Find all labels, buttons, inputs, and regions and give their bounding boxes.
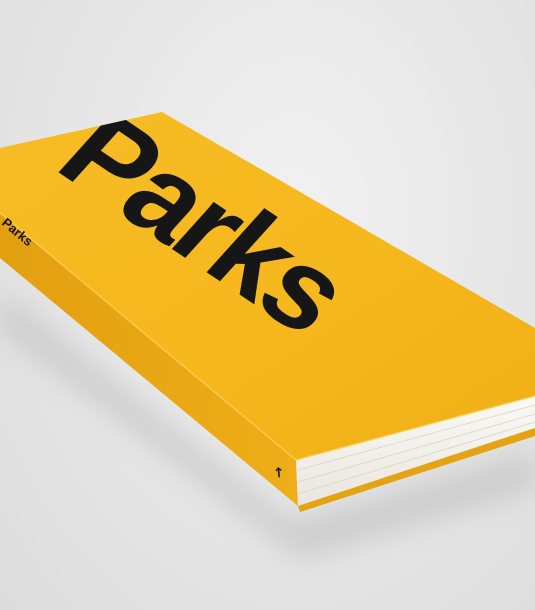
product-photo: Parks Parks ↖ bbox=[0, 0, 535, 610]
book-illustration: Parks Parks ↖ bbox=[0, 112, 535, 560]
